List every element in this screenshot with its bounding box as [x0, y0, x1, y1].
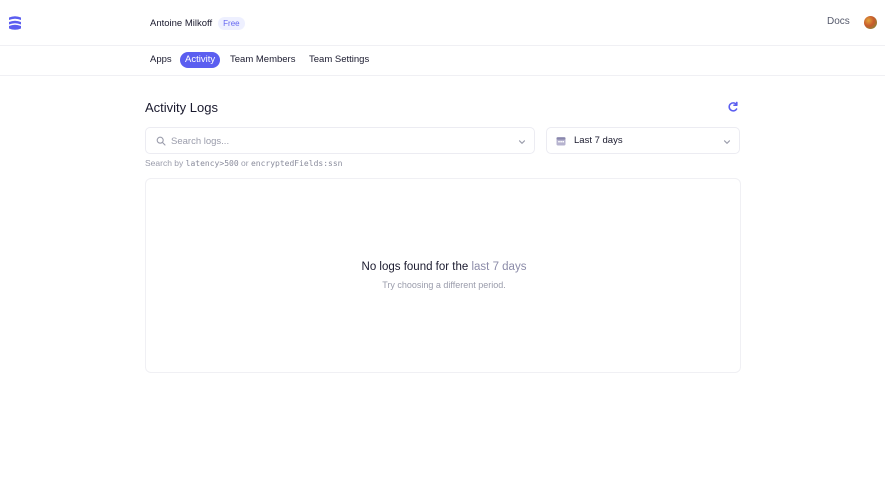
page-title: Activity Logs	[145, 100, 218, 115]
hint-example-latency: latency>500	[185, 159, 239, 168]
tab-team-settings[interactable]: Team Settings	[309, 52, 369, 68]
account-switcher[interactable]: Antoine Milkoff Free	[150, 14, 245, 32]
chevron-down-icon	[518, 140, 526, 144]
tab-activity[interactable]: Activity	[180, 52, 221, 68]
search-hint: Search by latency>500 or encryptedFields…	[145, 158, 342, 168]
period-label: Last 7 days	[574, 135, 623, 146]
hint-example-encrypted: encryptedFields:ssn	[250, 159, 343, 168]
logo-icon[interactable]	[6, 14, 24, 32]
empty-state-title-prefix: No logs found for the	[361, 261, 469, 273]
tab-team-members[interactable]: Team Members	[230, 52, 295, 68]
logs-panel: No logs found for the last 7 days Try ch…	[145, 178, 741, 373]
search-input[interactable]	[171, 132, 511, 150]
hint-connector: or	[241, 158, 249, 168]
plan-badge: Free	[218, 16, 245, 30]
avatar[interactable]	[864, 16, 877, 29]
refresh-icon[interactable]	[727, 101, 739, 113]
search-box[interactable]	[145, 127, 535, 154]
period-select[interactable]: Last 7 days	[546, 127, 740, 154]
search-icon	[156, 136, 166, 146]
empty-state-subtitle: Try choosing a different period.	[382, 280, 506, 290]
empty-state-title: No logs found for the last 7 days	[146, 261, 742, 273]
empty-state-period: last 7 days	[471, 261, 527, 273]
hint-prefix: Search by	[145, 158, 184, 168]
top-bar: Antoine Milkoff Free Docs	[0, 0, 885, 46]
nav-tabs: Apps Activity Team Members Team Settings	[0, 46, 885, 76]
docs-link[interactable]: Docs	[827, 16, 850, 27]
calendar-icon	[556, 137, 566, 146]
tab-apps[interactable]: Apps	[150, 52, 172, 68]
account-name: Antoine Milkoff	[150, 17, 213, 29]
chevron-down-icon	[723, 140, 731, 144]
